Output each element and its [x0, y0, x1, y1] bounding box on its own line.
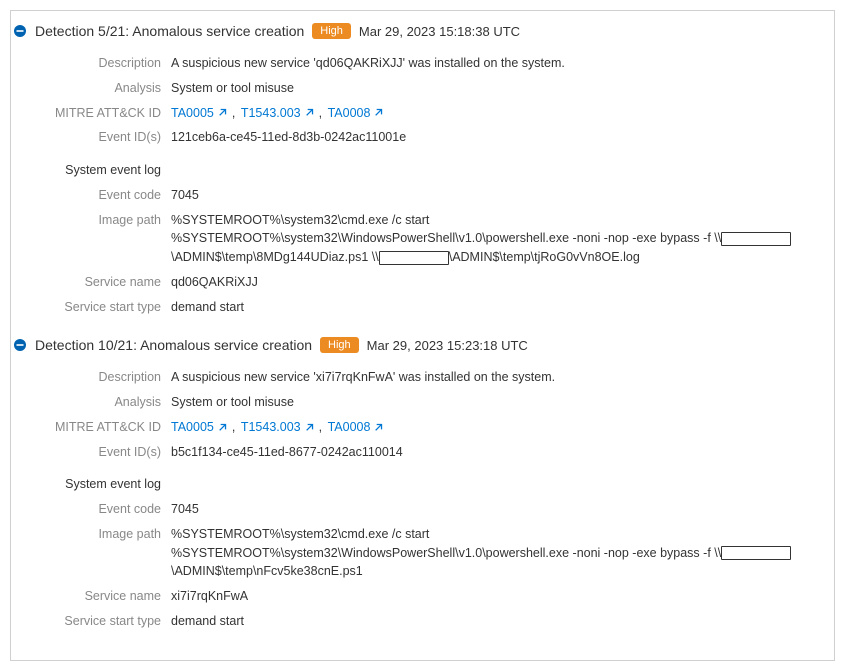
external-link-icon [304, 107, 315, 118]
detection-timestamp: Mar 29, 2023 15:23:18 UTC [367, 338, 528, 353]
detection-header: Detection 10/21: Anomalous service creat… [11, 333, 822, 357]
detection-title: Detection 5/21: Anomalous service creati… [35, 23, 304, 39]
collapse-icon[interactable] [13, 24, 27, 38]
field-label: Image path [11, 525, 171, 544]
mitre-link[interactable]: T1543.003 [241, 418, 315, 437]
field-label: MITRE ATT&CK ID [11, 104, 171, 123]
detection-block: Detection 5/21: Anomalous service creati… [11, 19, 822, 329]
field-value: 7045 [171, 500, 822, 519]
field-label: Service start type [11, 298, 171, 317]
field-label: Service start type [11, 612, 171, 631]
field-service-start: Service start type demand start [11, 295, 822, 320]
severity-badge: High [312, 23, 351, 39]
image-path-text: %SYSTEMROOT%\system32\cmd.exe /c start %… [171, 213, 721, 246]
mitre-link[interactable]: TA0005 [171, 104, 228, 123]
separator: , [319, 106, 322, 120]
image-path-text: \ADMIN$\temp\8MDg144UDiaz.ps1 \\ [171, 250, 379, 264]
field-event-ids: Event ID(s) 121ceb6a-ce45-11ed-8d3b-0242… [11, 125, 822, 150]
field-value: xi7i7rqKnFwA [171, 587, 822, 606]
mitre-link[interactable]: TA0005 [171, 418, 228, 437]
field-label: Event code [11, 186, 171, 205]
mitre-link[interactable]: T1543.003 [241, 104, 315, 123]
collapse-icon[interactable] [13, 338, 27, 352]
detection-header: Detection 5/21: Anomalous service creati… [11, 19, 822, 43]
image-path-text: \ADMIN$\temp\nFcv5ke38cnE.ps1 [171, 564, 363, 578]
field-label: Analysis [11, 79, 171, 98]
field-value: %SYSTEMROOT%\system32\cmd.exe /c start %… [171, 211, 822, 267]
field-analysis: Analysis System or tool misuse [11, 390, 822, 415]
severity-badge: High [320, 337, 359, 353]
external-link-icon [373, 107, 384, 118]
field-value: qd06QAKRiXJJ [171, 273, 822, 292]
field-value: 7045 [171, 186, 822, 205]
field-analysis: Analysis System or tool misuse [11, 76, 822, 101]
field-label: Event code [11, 500, 171, 519]
field-value: demand start [171, 612, 822, 631]
field-label: Service name [11, 273, 171, 292]
separator: , [319, 420, 322, 434]
redacted-box [721, 546, 791, 560]
field-value: demand start [171, 298, 822, 317]
detection-fields: Description A suspicious new service 'xi… [11, 357, 822, 643]
field-label: Description [11, 54, 171, 73]
field-service-start: Service start type demand start [11, 609, 822, 634]
field-service-name: Service name qd06QAKRiXJJ [11, 270, 822, 295]
field-value: %SYSTEMROOT%\system32\cmd.exe /c start %… [171, 525, 822, 581]
detection-timestamp: Mar 29, 2023 15:18:38 UTC [359, 24, 520, 39]
redacted-box [379, 251, 449, 265]
separator: , [232, 106, 235, 120]
field-value: A suspicious new service 'qd06QAKRiXJJ' … [171, 54, 822, 73]
external-link-icon [217, 107, 228, 118]
field-value: 121ceb6a-ce45-11ed-8d3b-0242ac11001e [171, 128, 822, 147]
detections-panel: Detection 5/21: Anomalous service creati… [10, 10, 835, 661]
field-label: Description [11, 368, 171, 387]
field-value: System or tool misuse [171, 79, 822, 98]
field-image-path: Image path %SYSTEMROOT%\system32\cmd.exe… [11, 522, 822, 584]
field-value: TA0005, T1543.003, TA0008 [171, 418, 822, 437]
field-label: Analysis [11, 393, 171, 412]
field-event-ids: Event ID(s) b5c1f134-ce45-11ed-8677-0242… [11, 440, 822, 465]
external-link-icon [217, 422, 228, 433]
image-path-text: %SYSTEMROOT%\system32\cmd.exe /c start %… [171, 527, 721, 560]
section-label: System event log [11, 161, 171, 180]
detection-fields: Description A suspicious new service 'qd… [11, 43, 822, 329]
field-label: MITRE ATT&CK ID [11, 418, 171, 437]
field-event-code: Event code 7045 [11, 183, 822, 208]
mitre-link[interactable]: TA0008 [328, 104, 385, 123]
field-section-syslog: System event log [11, 158, 822, 183]
field-section-syslog: System event log [11, 472, 822, 497]
detection-block: Detection 10/21: Anomalous service creat… [11, 333, 822, 643]
mitre-link[interactable]: TA0008 [328, 418, 385, 437]
field-image-path: Image path %SYSTEMROOT%\system32\cmd.exe… [11, 208, 822, 270]
field-value: A suspicious new service 'xi7i7rqKnFwA' … [171, 368, 822, 387]
field-mitre: MITRE ATT&CK ID TA0005, T1543.003, TA000… [11, 415, 822, 440]
field-value: b5c1f134-ce45-11ed-8677-0242ac110014 [171, 443, 822, 462]
detection-title: Detection 10/21: Anomalous service creat… [35, 337, 312, 353]
external-link-icon [304, 422, 315, 433]
field-mitre: MITRE ATT&CK ID TA0005, T1543.003, TA000… [11, 101, 822, 126]
field-label: Event ID(s) [11, 443, 171, 462]
field-value: TA0005, T1543.003, TA0008 [171, 104, 822, 123]
field-event-code: Event code 7045 [11, 497, 822, 522]
field-description: Description A suspicious new service 'xi… [11, 365, 822, 390]
field-description: Description A suspicious new service 'qd… [11, 51, 822, 76]
external-link-icon [373, 422, 384, 433]
field-service-name: Service name xi7i7rqKnFwA [11, 584, 822, 609]
field-value: System or tool misuse [171, 393, 822, 412]
field-label: Event ID(s) [11, 128, 171, 147]
section-label: System event log [11, 475, 171, 494]
field-label: Service name [11, 587, 171, 606]
redacted-box [721, 232, 791, 246]
separator: , [232, 420, 235, 434]
image-path-text: \ADMIN$\temp\tjRoG0vVn8OE.log [449, 250, 640, 264]
field-label: Image path [11, 211, 171, 230]
